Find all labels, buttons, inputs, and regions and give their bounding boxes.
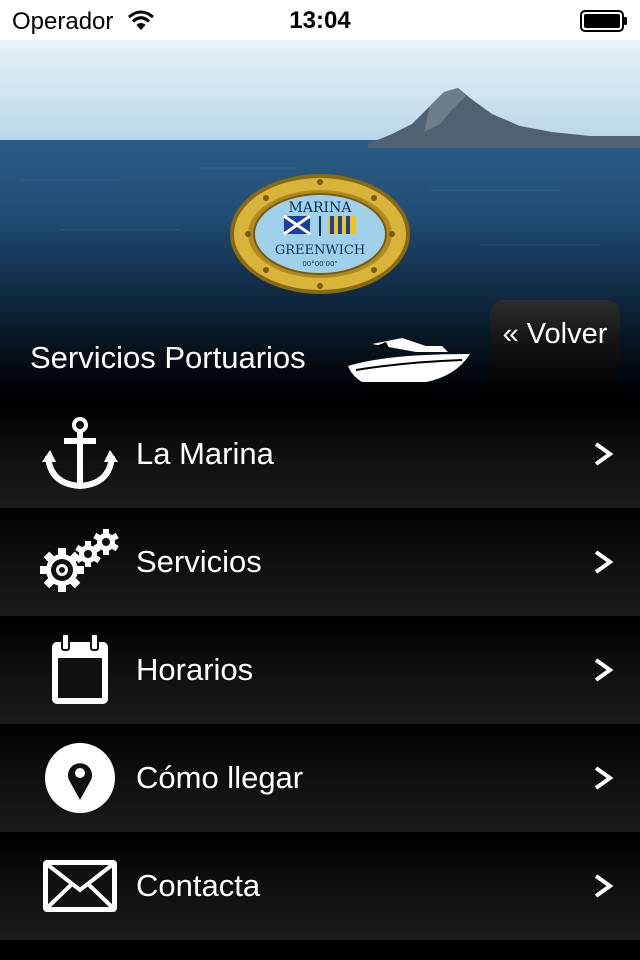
location-pin-icon (45, 743, 115, 813)
chevron-right-icon (594, 874, 614, 898)
chevron-right-icon (594, 442, 614, 466)
menu-item-como-llegar[interactable]: Cómo llegar (0, 724, 640, 832)
marina-greenwich-logo: MARINA GREENWICH 00°00'00" (230, 174, 410, 294)
battery-icon (580, 10, 627, 32)
menu-item-label: Cómo llegar (136, 760, 304, 795)
menu-item-horarios[interactable]: Horarios (0, 616, 640, 724)
menu-item-label: La Marina (136, 436, 274, 471)
menu-item-label: Servicios (136, 544, 262, 579)
status-bar: Operador 13:04 (0, 0, 640, 40)
chevron-right-icon (594, 550, 614, 574)
menu-item-servicios[interactable]: Servicios (0, 508, 640, 616)
back-button[interactable]: « Volver (490, 300, 620, 396)
boat-icon (348, 338, 470, 382)
gears-icon (40, 529, 119, 592)
section-title: Servicios Portuarios (30, 340, 306, 375)
anchor-icon (42, 417, 118, 490)
services-menu: La Marina Servicios Horarios Cómo llegar… (0, 400, 640, 960)
menu-item-label: Contacta (136, 868, 261, 903)
logo-bottom-text: GREENWICH (275, 243, 365, 258)
menu-item-la-marina[interactable]: La Marina (0, 400, 640, 508)
menu-item-contacta[interactable]: Contacta (0, 832, 640, 940)
envelope-icon (43, 860, 117, 912)
logo-top-text: MARINA (289, 200, 353, 216)
clock: 13:04 (289, 7, 351, 34)
menu-item-label: Horarios (136, 652, 254, 687)
back-button-label: « Volver (502, 318, 608, 350)
calendar-icon (52, 633, 108, 704)
chevron-right-icon (594, 658, 614, 682)
logo-coordinates: 00°00'00" (302, 260, 337, 268)
chevron-right-icon (594, 766, 614, 790)
